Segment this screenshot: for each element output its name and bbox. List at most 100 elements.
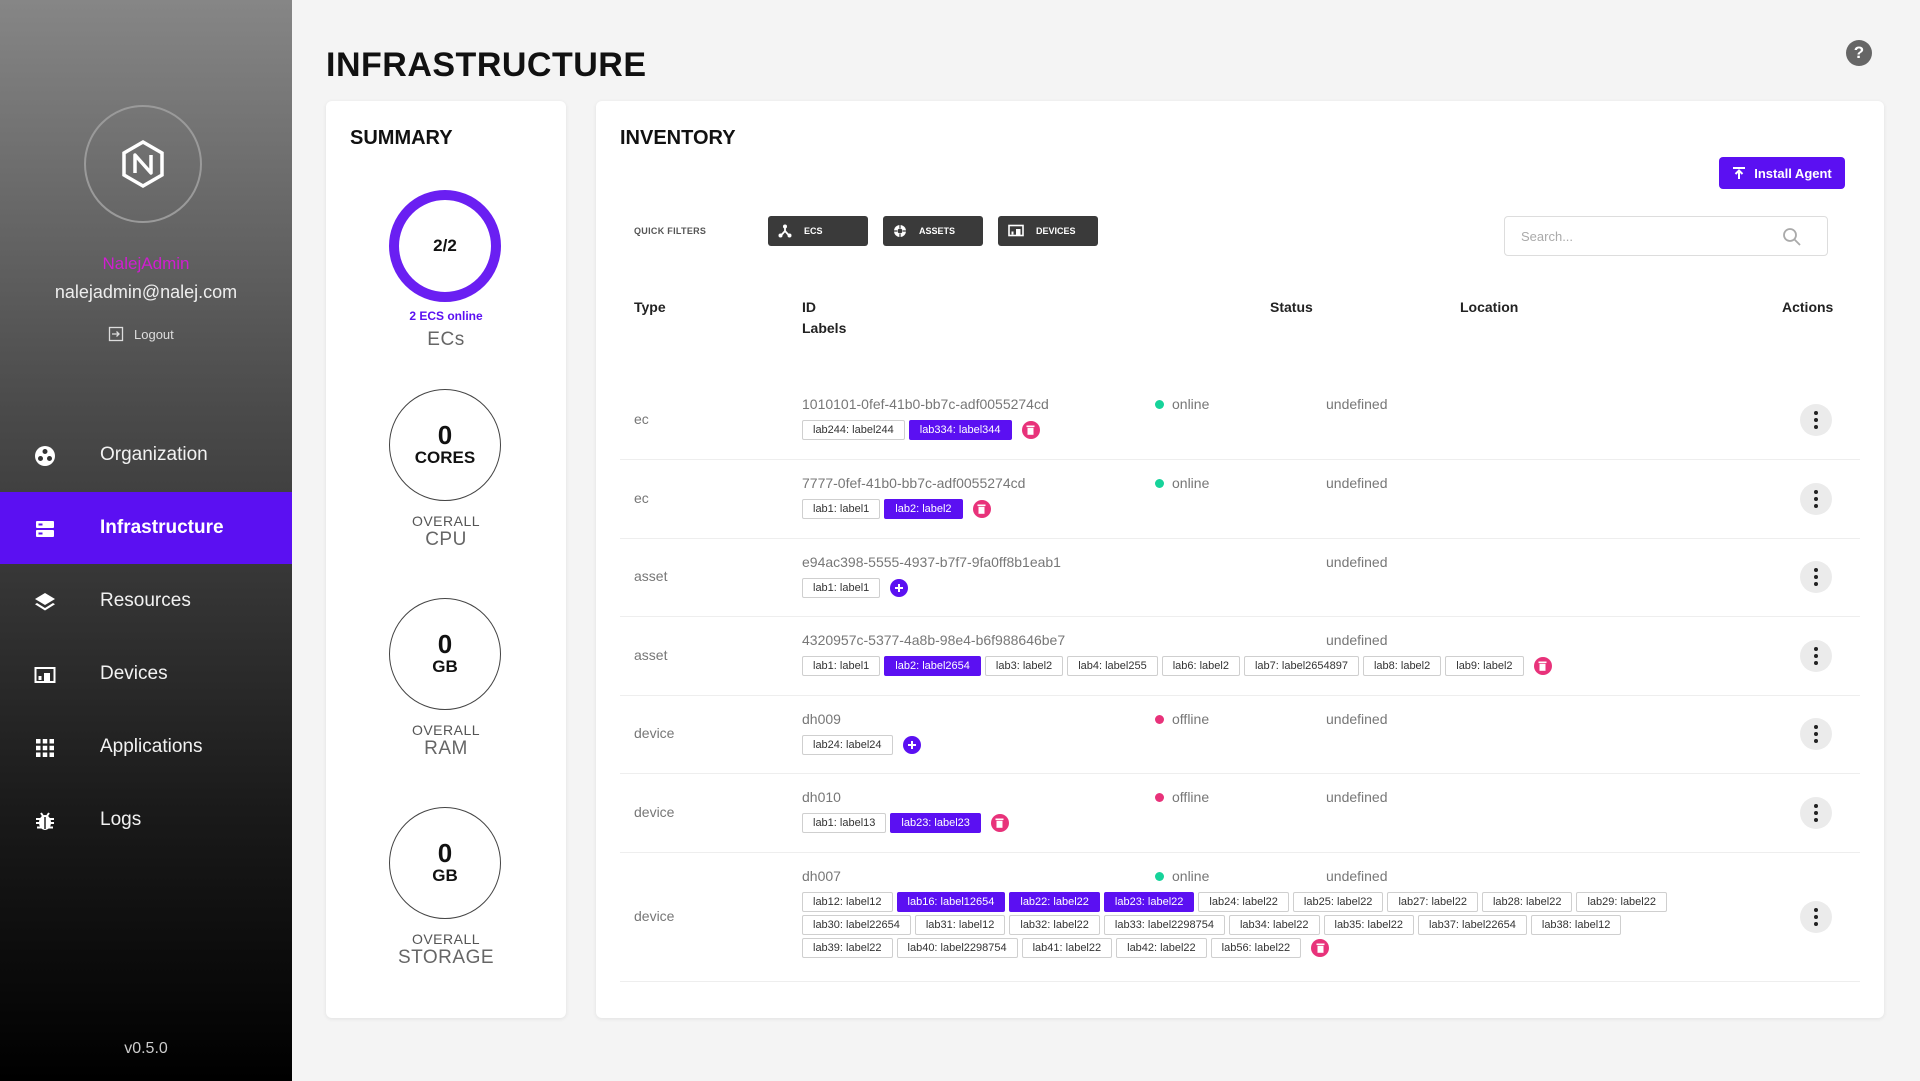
- filter-assets-button[interactable]: ASSETS: [883, 216, 983, 246]
- label-chip[interactable]: lab1: label13: [802, 813, 887, 833]
- row-actions-button[interactable]: [1800, 482, 1832, 515]
- row-id: dh010: [802, 789, 841, 805]
- user-name: NalejAdmin: [102, 254, 190, 273]
- label-chip[interactable]: lab39: label22: [802, 938, 893, 958]
- more-vertical-icon: [1814, 739, 1818, 743]
- search-icon: [1783, 228, 1801, 246]
- label-chip[interactable]: lab40: label2298754: [896, 938, 1018, 958]
- sidebar-item-label: Infrastructure: [100, 517, 224, 538]
- label-chip[interactable]: lab38: label12: [1530, 915, 1622, 935]
- status-dot: [1155, 478, 1164, 488]
- label-chip[interactable]: lab12: label12: [802, 892, 893, 912]
- label-chip[interactable]: lab56: label22: [1210, 938, 1302, 958]
- label-chip[interactable]: lab334: label344: [908, 420, 1012, 440]
- label-chip[interactable]: lab22: label22: [1009, 892, 1100, 912]
- delete-label-button[interactable]: [990, 814, 1009, 832]
- label-chip[interactable]: lab30: label22654: [802, 915, 911, 935]
- label-chip[interactable]: lab24: label22: [1198, 892, 1289, 912]
- help-icon[interactable]: ?: [1846, 40, 1872, 66]
- more-vertical-icon: [1814, 653, 1818, 658]
- sidebar-item-devices[interactable]: Devices: [0, 638, 292, 710]
- filter-label: DEVICES: [1036, 226, 1076, 236]
- label-chip[interactable]: lab32: label22: [1009, 915, 1100, 935]
- more-vertical-icon: [1814, 810, 1818, 815]
- label-chip[interactable]: lab9: label2: [1445, 656, 1524, 676]
- row-actions-button[interactable]: [1800, 403, 1832, 436]
- sidebar-item-resources[interactable]: Resources: [0, 565, 292, 637]
- label-chip[interactable]: lab41: label22: [1021, 938, 1113, 958]
- table-row: asset 4320957c-5377-4a8b-98e4-b6f988646be…: [620, 616, 1860, 696]
- label-chip[interactable]: lab34: label22: [1228, 915, 1320, 935]
- add-label-button[interactable]: [890, 579, 909, 597]
- row-actions-button[interactable]: [1800, 639, 1832, 672]
- row-location: undefined: [1326, 396, 1388, 412]
- column-header-labels: Labels: [802, 320, 847, 336]
- label-chip[interactable]: lab4: label255: [1067, 656, 1158, 676]
- storage-caption-overall: OVERALL: [411, 931, 481, 947]
- label-chip[interactable]: lab23: label23: [890, 813, 981, 833]
- table-row: asset e94ac398-5555-4937-b7f7-9fa0ff8b1ea…: [620, 538, 1860, 617]
- label-chip[interactable]: lab25: label22: [1292, 892, 1384, 912]
- more-vertical-icon: [1814, 417, 1818, 422]
- row-status: online: [1155, 868, 1209, 884]
- label-chip[interactable]: lab28: label22: [1481, 892, 1573, 912]
- row-type: device: [634, 803, 675, 820]
- install-agent-button[interactable]: Install Agent: [1719, 157, 1845, 189]
- status-text: online: [1172, 868, 1210, 884]
- label-chip[interactable]: lab7: label2654897: [1243, 656, 1359, 676]
- delete-label-button[interactable]: [1311, 939, 1330, 957]
- row-actions-button[interactable]: [1800, 718, 1832, 750]
- label-chip[interactable]: lab8: label2: [1362, 656, 1442, 676]
- label-chip[interactable]: lab23: label22: [1103, 892, 1195, 912]
- delete-label-button[interactable]: [1021, 421, 1040, 439]
- add-label-button[interactable]: [902, 736, 921, 754]
- row-id: 7777-0fef-41b0-bb7c-adf0055274cd: [802, 475, 1026, 491]
- more-vertical-icon: [1814, 732, 1818, 736]
- label-chip[interactable]: lab244: label244: [802, 420, 905, 440]
- filter-ecs-button[interactable]: ECS: [768, 216, 868, 246]
- filter-devices-button[interactable]: DEVICES: [998, 216, 1098, 246]
- row-actions-button[interactable]: [1800, 900, 1832, 933]
- ram-ring: 0 GB: [389, 598, 501, 710]
- row-labels: lab12: label12 lab16: label12654 lab22: la…: [802, 892, 1702, 958]
- label-chip[interactable]: lab3: label2: [984, 656, 1064, 676]
- grid-icon: [36, 739, 54, 757]
- label-chip[interactable]: lab16: label12654: [896, 892, 1006, 912]
- status-dot: [1155, 792, 1164, 802]
- row-actions-button[interactable]: [1800, 561, 1832, 593]
- label-chip[interactable]: lab2: label2: [884, 499, 963, 519]
- label-chip[interactable]: lab31: label12: [914, 915, 1006, 935]
- label-chip[interactable]: lab37: label22654: [1418, 915, 1527, 935]
- label-chip[interactable]: lab27: label22: [1387, 892, 1478, 912]
- logout-button[interactable]: Logout: [108, 326, 174, 342]
- row-type: asset: [634, 646, 668, 663]
- sidebar-item-label: Organization: [100, 444, 208, 465]
- more-vertical-icon: [1814, 817, 1818, 822]
- label-chip[interactable]: lab1: label1: [802, 499, 881, 519]
- row-labels: lab1: label1 lab2: label2: [802, 499, 1702, 519]
- ecs-icon: [778, 224, 792, 238]
- search-input[interactable]: [1504, 216, 1828, 256]
- label-chip[interactable]: lab2: label2654: [884, 656, 981, 676]
- row-id: 1010101-0fef-41b0-bb7c-adf0055274cd: [802, 396, 1049, 412]
- label-chip[interactable]: lab29: label22: [1576, 892, 1667, 912]
- label-chip[interactable]: lab35: label22: [1323, 915, 1415, 935]
- label-chip[interactable]: lab6: label2: [1161, 656, 1240, 676]
- ecs-ring: 2/2: [389, 190, 501, 302]
- row-labels: lab244: label244 lab334: label344: [802, 420, 1702, 440]
- sidebar-item-organization[interactable]: Organization: [0, 419, 292, 491]
- sidebar-item-logs[interactable]: Logs: [0, 784, 292, 856]
- label-chip[interactable]: lab33: label2298754: [1103, 915, 1225, 935]
- sidebar-item-infrastructure[interactable]: Infrastructure: [0, 492, 292, 564]
- more-vertical-icon: [1814, 503, 1818, 508]
- row-type: device: [634, 725, 675, 741]
- row-actions-button[interactable]: [1800, 796, 1832, 829]
- sidebar-item-label: Resources: [100, 590, 191, 611]
- label-chip[interactable]: lab42: label22: [1116, 938, 1207, 958]
- sidebar-item-applications[interactable]: Applications: [0, 711, 292, 783]
- label-chip[interactable]: lab24: label24: [802, 735, 893, 755]
- label-chip[interactable]: lab1: label1: [802, 578, 881, 598]
- delete-label-button[interactable]: [1533, 657, 1552, 675]
- label-chip[interactable]: lab1: label1: [802, 656, 881, 676]
- delete-label-button[interactable]: [972, 500, 991, 518]
